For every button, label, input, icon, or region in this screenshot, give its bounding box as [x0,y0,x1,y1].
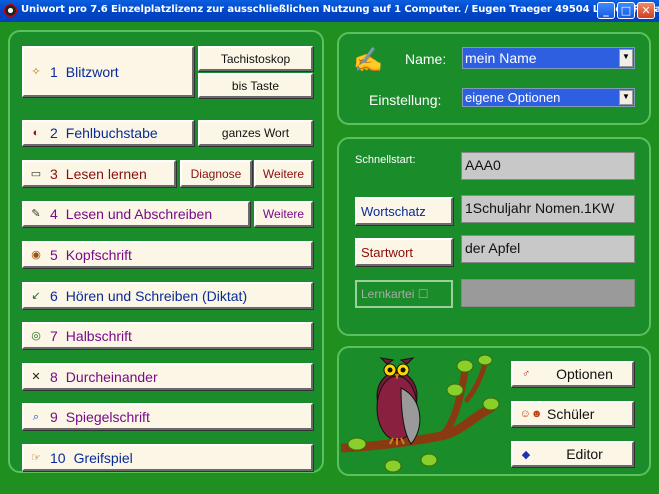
item-number: 7 [50,327,58,344]
item-label: Lesen und Abschreiben [65,206,213,222]
optionen-label: Optionen [556,366,613,382]
item-number: 6 [50,287,58,304]
blitzwort-icon: ✧ [31,65,41,78]
einstellung-label: Einstellung: [369,92,442,108]
weitere-lesen-button[interactable]: Weitere [254,160,313,187]
schueler-label: Schüler [547,406,595,422]
ganzes-wort-button[interactable]: ganzes Wort [198,120,313,146]
close-button[interactable]: ✕ [637,2,655,19]
weitere-abschreiben-button[interactable]: Weitere [254,201,313,227]
editor-label: Editor [566,446,603,462]
owl-illustration [341,354,500,473]
optionen-button[interactable]: ♂ Optionen [511,361,634,387]
quill-icon: ↙ [31,289,41,302]
pen-hand-icon: ✍ [353,47,383,74]
item-label: Lesen lernen [65,165,147,182]
tachistoskop-button[interactable]: Tachistoskop [198,46,313,71]
scramble-icon: ✕ [31,370,41,383]
item-number: 5 [50,246,58,263]
diktat-button[interactable]: ↙ 6 Hören und Schreiben (Diktat) [22,282,313,309]
diagnose-button[interactable]: Diagnose [180,160,252,187]
item-number: 8 [50,368,58,385]
spiegelschrift-button[interactable]: ⌕ 9 Spiegelschrift [22,403,313,430]
magnifier-icon: ⌕ [32,410,40,423]
schueler-button[interactable]: ☺☻ Schüler [511,401,634,427]
item-label: Blitzwort [65,63,119,80]
settings-icon: ♂ [521,368,531,380]
wortschatz-button[interactable]: Wortschatz [355,197,453,225]
wortschatz-field[interactable]: 1Schuljahr Nomen.1KW [461,195,635,223]
item-label: Halbschrift [65,327,132,344]
bis-taste-button[interactable]: bis Taste [198,73,313,98]
item-number: 4 [50,206,58,222]
window-title: Uniwort pro 7.6 Einzelplatzlizenz zur au… [21,4,659,15]
durcheinander-button[interactable]: ✕ 8 Durcheinander [22,363,313,390]
lesen-lernen-button[interactable]: ▭ 3 Lesen lernen [22,160,176,187]
item-label: Durcheinander [65,368,158,385]
chevron-down-icon[interactable]: ▼ [619,90,633,105]
exercise-panel: ✧ 1 Blitzwort Tachistoskop bis Taste ◐ 2… [8,30,324,473]
greifspiel-button[interactable]: ☞ 10 Greifspiel [22,444,313,471]
title-bar: Uniwort pro 7.6 Einzelplatzlizenz zur au… [0,0,659,22]
blitzwort-button[interactable]: ✧ 1 Blitzwort [22,46,194,97]
item-label: Kopfschrift [65,246,132,263]
item-label: Spiegelschrift [65,408,150,425]
quickstart-panel: Schnellstart: AAA0 Wortschatz 1Schuljahr… [337,137,651,336]
item-number: 2 [50,125,58,141]
user-panel: ✍ Name: mein Name ▼ Einstellung: eigene … [337,32,651,125]
fehlbuchstabe-button[interactable]: ◐ 2 Fehlbuchstabe [22,120,194,146]
name-select[interactable]: mein Name ▼ [462,47,635,69]
tools-panel: ♂ Optionen ☺☻ Schüler ◆ Editor [337,346,651,476]
halbschrift-button[interactable]: ◎ 7 Halbschrift [22,322,313,349]
schnellstart-label: Schnellstart: [355,154,416,166]
einstellung-select[interactable]: eigene Optionen ▼ [462,88,635,107]
schnellstart-field[interactable]: AAA0 [461,152,635,180]
minimize-button[interactable]: _ [597,2,615,19]
item-number: 1 [50,63,58,80]
name-value: mein Name [465,50,537,66]
lernkartei-checkbox[interactable]: Lernkartei ☐ [355,280,453,308]
lernkartei-field [461,279,635,307]
lips-icon: ◐ [32,127,40,139]
item-label: Greifspiel [73,449,133,466]
pencil-icon: ◆ [521,448,531,461]
chevron-down-icon[interactable]: ▼ [619,49,633,67]
head-icon: ◉ [31,248,41,261]
app-icon [4,4,17,17]
eye-icon: ◎ [31,329,41,342]
pen-icon: ✎ [31,208,41,220]
item-number: 3 [50,165,58,182]
item-label: Hören und Schreiben (Diktat) [65,287,248,304]
students-icon: ☺☻ [519,408,543,420]
einstellung-value: eigene Optionen [465,90,561,105]
startwort-button[interactable]: Startwort [355,238,453,266]
editor-button[interactable]: ◆ Editor [511,441,634,467]
book-icon: ▭ [30,167,42,180]
item-label: Fehlbuchstabe [65,125,158,141]
item-number: 10 [50,449,66,466]
lesen-abschreiben-button[interactable]: ✎ 4 Lesen und Abschreiben [22,201,250,227]
kopfschrift-button[interactable]: ◉ 5 Kopfschrift [22,241,313,268]
hand-icon: ☞ [31,451,41,464]
maximize-button[interactable]: □ [617,2,635,19]
name-label: Name: [405,51,447,67]
startwort-field[interactable]: der Apfel [461,235,635,263]
item-number: 9 [50,408,58,425]
